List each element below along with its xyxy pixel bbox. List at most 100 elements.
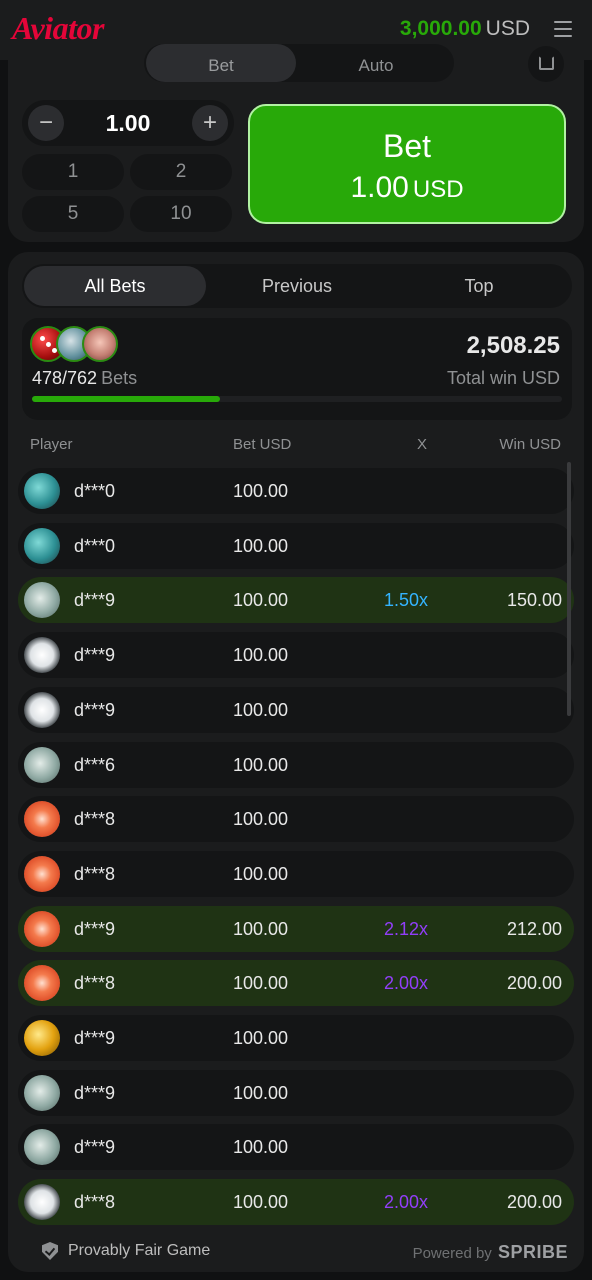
increase-stake-button[interactable]: + [192,105,228,141]
bet-amount: 100.00 [233,973,289,994]
bet-row: d***9 100.00 [18,1015,574,1061]
player-name: d***9 [74,645,116,666]
sneaker-avatar-icon [24,473,60,509]
bet-amount: 100.00 [233,809,289,830]
quick-amount-1[interactable]: 1 [22,154,124,190]
face-avatar-icon [82,326,118,362]
spribe-logo: SPRIBE [497,1242,568,1262]
bet-button-currency: USD [412,176,464,203]
tab-all-bets[interactable]: All Bets [24,266,206,306]
win-amount: 212.00 [506,918,562,939]
tab-top[interactable]: Top [388,266,570,306]
player-name: d***9 [74,590,116,611]
bet-amount: 100.00 [233,1082,289,1103]
cash-avatar-icon [24,746,60,783]
powered-by-label: Powered by [412,1245,492,1262]
bet-button-amount-line: 1.00 USD [250,171,564,205]
bet-amount: 100.00 [233,481,289,501]
bet-amount: 100.00 [233,590,289,611]
player-name: d***0 [74,481,116,501]
bet-amount: 100.00 [233,535,289,556]
balance-amount: 3,000.00 [399,17,482,40]
stake-stepper: − 1.00 + [22,100,234,146]
bet-row: d***8 100.00 2.00x 200.00 [18,960,574,1007]
column-header-win: Win USD [499,436,561,453]
bet-row: d***9 100.00 2.12x 212.00 [18,905,574,952]
bet-amount: 100.00 [233,754,289,775]
player-name: d***8 [74,973,116,994]
multiplier-badge: 2.12x [383,918,428,939]
grapefruit-avatar-icon [24,910,60,947]
bet-amount: 100.00 [233,1137,289,1158]
bet-row: d***8 100.00 [18,796,574,843]
bet-panel: Bet Auto − 1.00 + 1 2 5 10 Bet 1.00 USD [8,40,584,242]
column-header-player: Player [30,436,73,453]
column-header-x: X [417,436,428,453]
bet-amount: 100.00 [233,699,289,720]
balance-currency: USD [485,17,530,40]
player-name: d***9 [74,699,116,720]
provably-fair-link[interactable]: Provably Fair Game [68,1242,210,1260]
grapefruit-avatar-icon [24,965,60,1002]
cash-avatar-icon [24,582,60,619]
quick-amount-5[interactable]: 5 [22,196,124,232]
multiplier-badge: 1.50x [383,590,428,611]
bets-summary: 478/762 Bets 2,508.25 Total win USD [22,318,572,420]
bet-amount: 100.00 [233,1192,289,1213]
player-name: d***9 [74,1082,116,1103]
player-name: d***9 [74,1028,116,1048]
quick-amount-10[interactable]: 10 [130,196,232,232]
bet-row: d***9 100.00 1.50x 150.00 [18,577,574,624]
player-name: d***8 [74,1192,116,1213]
toilet-paper-avatar-icon [24,1184,60,1221]
decrease-stake-button[interactable]: − [28,105,64,141]
bet-amount: 100.00 [233,1028,289,1048]
sneaker-avatar-icon [24,527,60,564]
bet-row: d***9 100.00 [18,1069,574,1116]
stake-value[interactable]: 1.00 [72,110,184,137]
grapefruit-avatar-icon [24,801,60,838]
bet-row: d***6 100.00 [18,741,574,788]
cash-avatar-icon [24,1074,60,1111]
bet-row: d***9 100.00 [18,686,574,733]
tab-bet[interactable]: Bet [146,44,296,82]
bets-panel: All Bets Previous Top 478/762 Bets 2,508.… [8,252,584,1272]
tab-previous[interactable]: Previous [206,266,388,306]
bets-progress-fill [32,396,220,402]
minus-box-icon [539,56,554,70]
bets-progress-bar [32,396,562,402]
player-name: d***9 [74,1137,116,1158]
tab-auto[interactable]: Auto [301,44,451,82]
bet-row: d***8 100.00 [18,850,574,897]
place-bet-button[interactable]: Bet 1.00 USD [248,104,566,224]
balance-display: 3,000.00 USD [400,17,530,41]
footer: Provably Fair Game Powered by SPRIBE [8,1238,584,1266]
player-name: d***9 [74,918,116,939]
grapefruit-avatar-icon [24,855,60,892]
bet-amount: 100.00 [233,863,289,884]
bets-count: 478/762 Bets [32,368,137,389]
remove-bet-panel-button[interactable] [528,46,564,82]
win-amount: 200.00 [506,973,562,994]
bet-row: d***0 100.00 [18,522,574,569]
player-name: d***8 [74,863,116,884]
bet-amount: 100.00 [233,645,289,666]
bet-row: d***9 100.00 [18,632,574,679]
bets-list-scrollbar[interactable] [567,462,571,716]
column-header-bet: Bet USD [233,436,292,453]
powered-by: Powered by SPRIBE [413,1242,568,1263]
bets-count-label: Bets [101,368,138,388]
bets-tabs: All Bets Previous Top [22,264,572,308]
bet-mode-tabs: Bet Auto [144,44,454,82]
toilet-paper-avatar-icon [24,637,60,674]
bets-count-value: 478/762 [32,368,98,388]
shield-check-icon [42,1242,58,1260]
gold-gem-avatar-icon [24,1020,60,1056]
quick-amount-2[interactable]: 2 [130,154,232,190]
toilet-paper-avatar-icon [24,691,60,728]
multiplier-badge: 2.00x [383,1192,428,1213]
hamburger-menu-icon[interactable] [554,21,572,37]
player-name: d***0 [74,535,116,556]
bet-amount: 100.00 [233,918,289,939]
cash-avatar-icon [24,1129,60,1166]
